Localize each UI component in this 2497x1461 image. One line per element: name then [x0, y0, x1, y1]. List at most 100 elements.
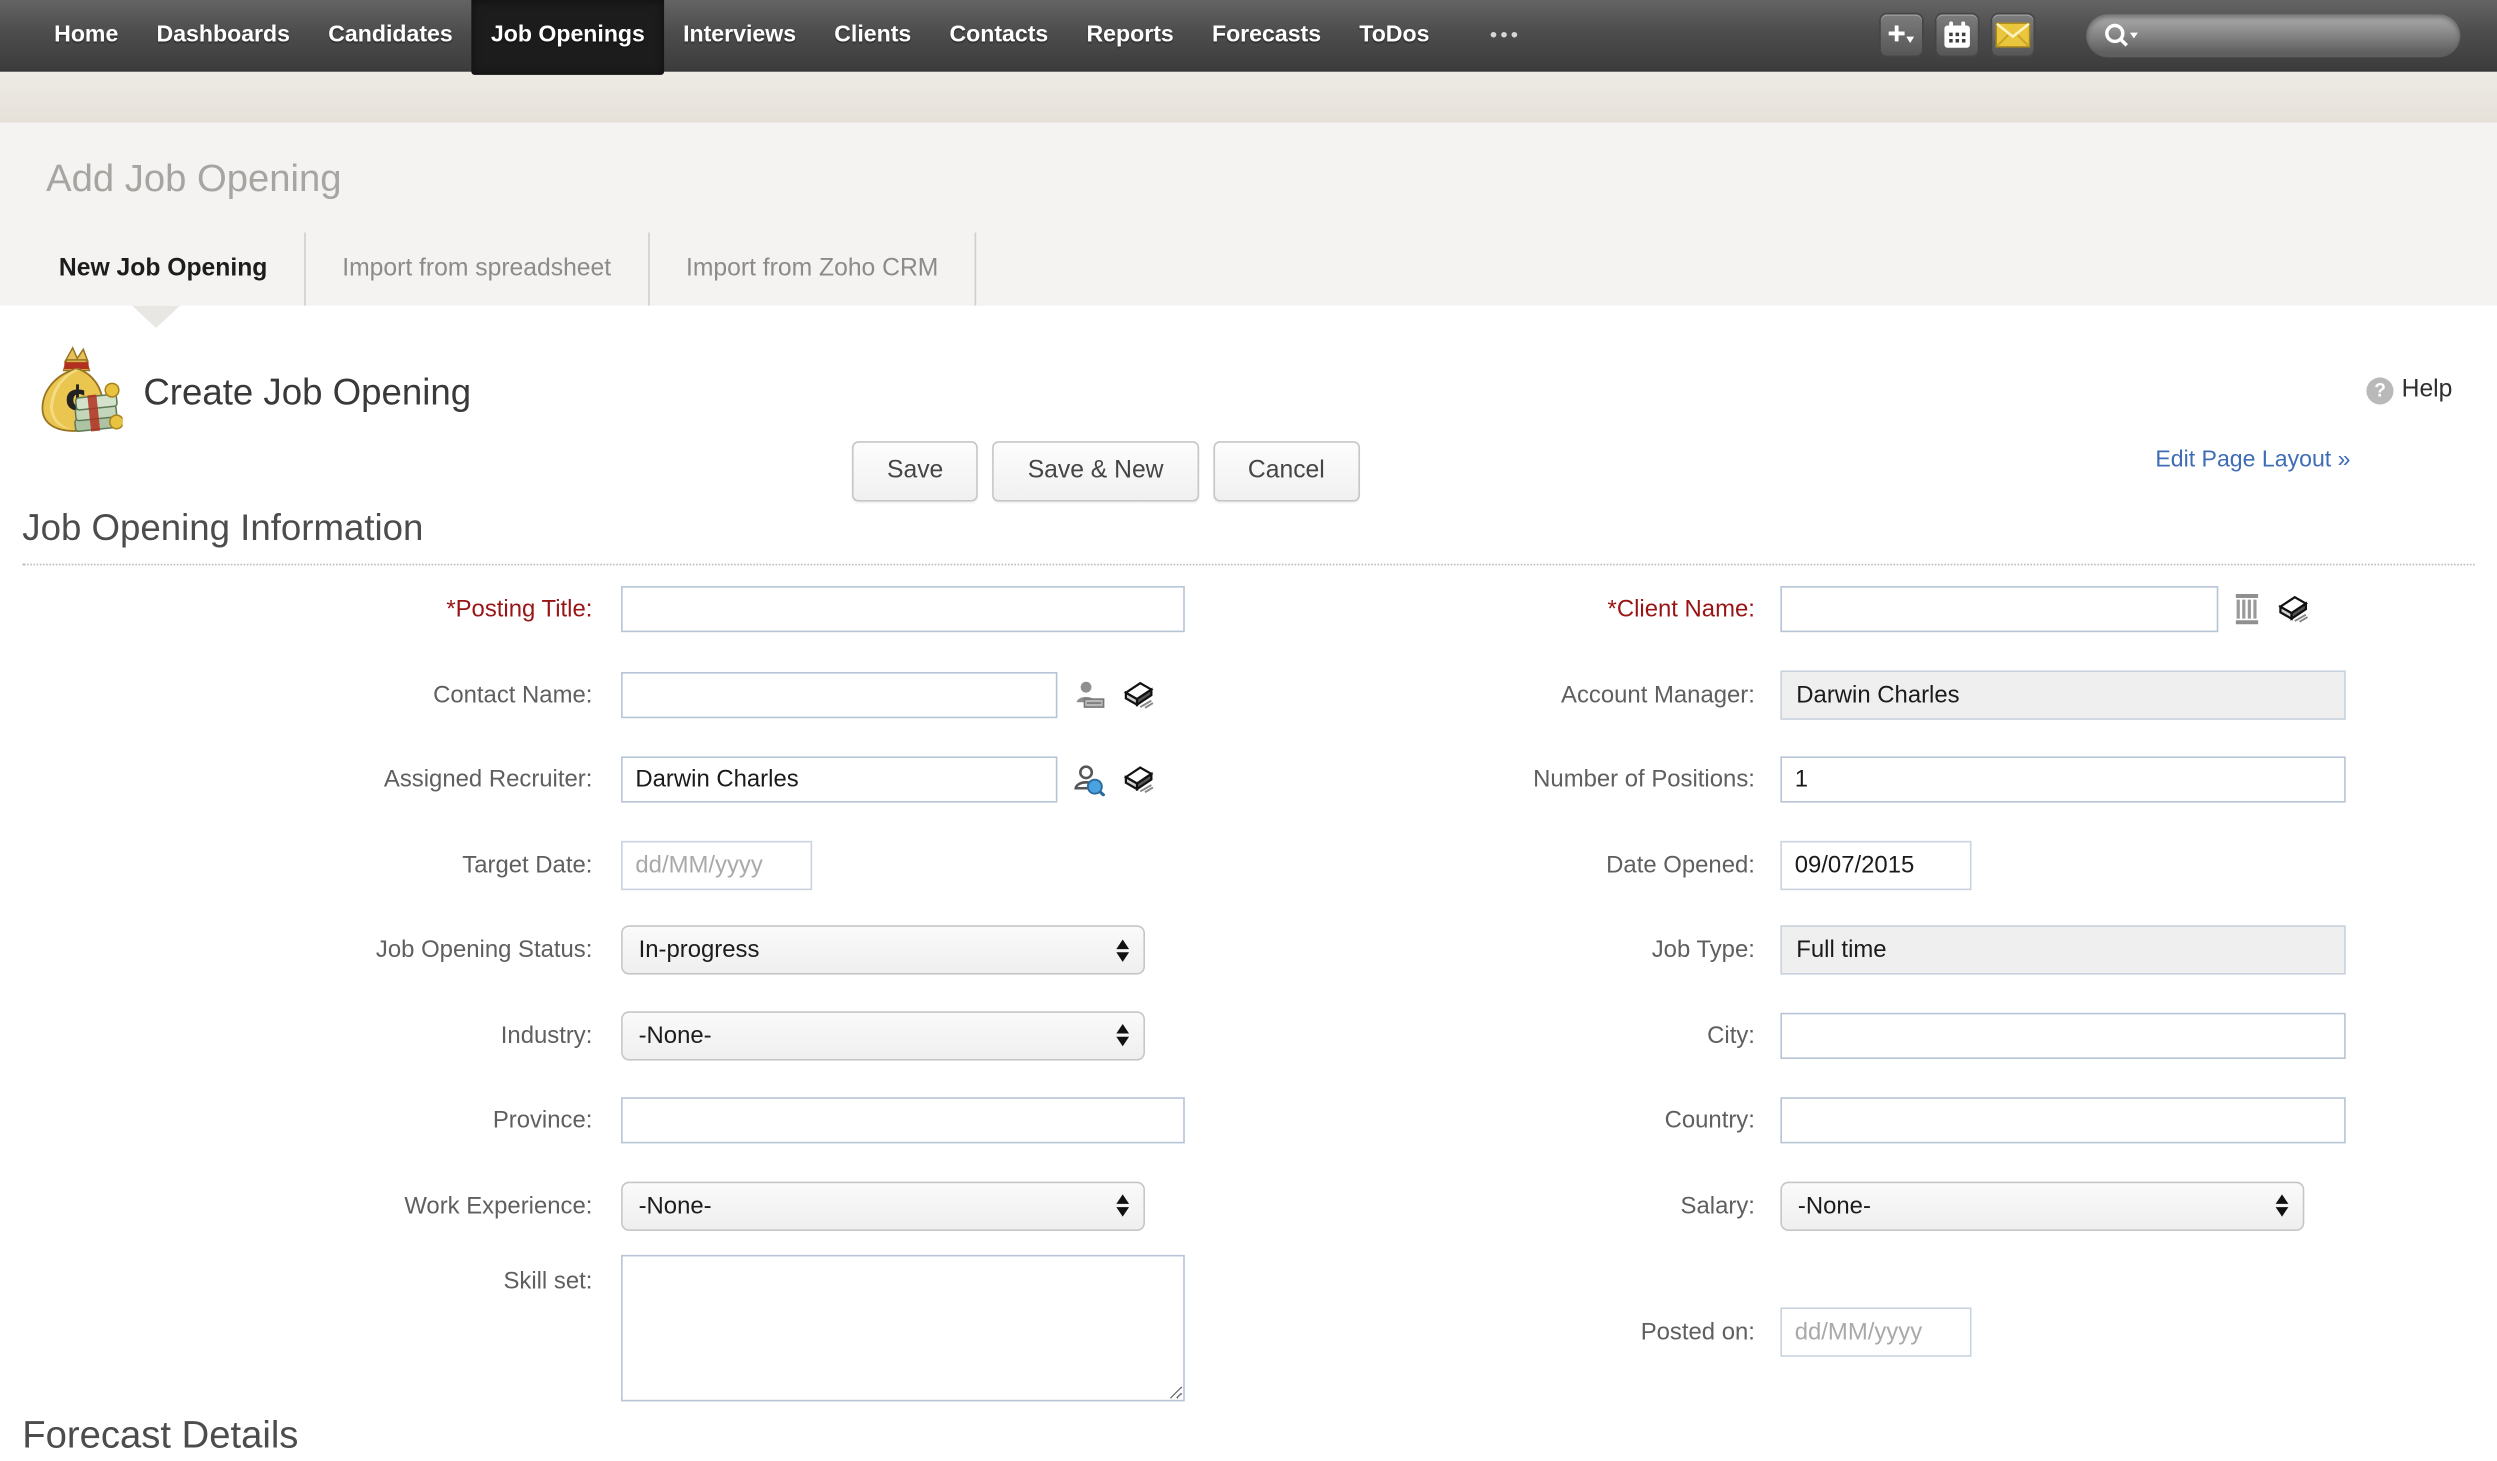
date-opened-input[interactable]: [1780, 840, 1972, 890]
nav-actions: [1868, 12, 2461, 58]
app-window: Home Dashboards Candidates Job Openings …: [0, 0, 2497, 1461]
label-text: Number of Positions:: [1533, 766, 1755, 794]
client-name-label: *Client Name:: [1248, 595, 1755, 624]
job-opening-status-label: Job Opening Status:: [0, 937, 592, 964]
client-lookup-icon[interactable]: [2234, 593, 2259, 626]
skill-set-field: [592, 1248, 1248, 1402]
save-and-new-button[interactable]: Save & New: [992, 441, 1199, 502]
posting-title-field: [592, 586, 1248, 633]
global-search-input[interactable]: [2140, 20, 2445, 50]
save-button[interactable]: Save: [851, 441, 979, 502]
contact-name-field: [592, 671, 1248, 718]
tab-new-job-opening[interactable]: New Job Opening: [22, 232, 306, 306]
nav-item-todos[interactable]: ToDos: [1340, 0, 1448, 70]
province-input[interactable]: [621, 1097, 1185, 1144]
skill-set-textarea[interactable]: [621, 1254, 1185, 1402]
city-input[interactable]: [1780, 1012, 2346, 1059]
city-field: [1755, 1012, 2497, 1059]
select-arrows-icon: [1116, 1194, 1130, 1218]
select-arrows-icon: [1116, 939, 1130, 962]
nav-item-reports[interactable]: Reports: [1067, 0, 1192, 70]
date-opened-label: Date Opened:: [1248, 851, 1755, 879]
client-name-input[interactable]: [1780, 586, 2219, 633]
record-title: Create Job Opening: [143, 371, 472, 413]
job-opening-status-select[interactable]: In-progress: [621, 925, 1145, 975]
label-text: Posted on:: [1640, 1317, 1755, 1345]
tab-import-from-spreadsheet[interactable]: Import from spreadsheet: [306, 232, 650, 306]
salary-field: -None-: [1755, 1181, 2497, 1231]
industry-label: Industry:: [0, 1021, 593, 1050]
label-text: Province:: [492, 1107, 593, 1135]
province-label: Province:: [0, 1107, 593, 1135]
target-date-input[interactable]: [621, 840, 813, 890]
salary-label: Salary:: [1248, 1192, 1755, 1220]
label-text: Work Experience:: [404, 1192, 593, 1220]
mail-button[interactable]: [1990, 12, 2036, 58]
cancel-button[interactable]: Cancel: [1212, 441, 1360, 502]
nav-overflow-icon[interactable]: •••: [1490, 0, 1521, 70]
number-of-positions-input[interactable]: [1780, 756, 2346, 804]
form-toolbar: Save Save & New Cancel: [851, 441, 1360, 502]
clear-icon[interactable]: [1121, 681, 1154, 709]
posted-on-field: [1755, 1306, 2497, 1356]
calendar-button[interactable]: [1934, 12, 1980, 58]
posted-on-input[interactable]: [1780, 1306, 1972, 1356]
search-icon[interactable]: [2102, 21, 2140, 50]
job-opening-form: *Posting Title: *Client Name: Contact Na…: [0, 567, 2497, 1414]
nav-item-candidates[interactable]: Candidates: [309, 0, 472, 70]
top-navigation-bar: Home Dashboards Candidates Job Openings …: [0, 0, 2497, 75]
nav-item-home[interactable]: Home: [35, 0, 137, 70]
job-opening-status-field: In-progress: [592, 925, 1248, 975]
nav-item-dashboards[interactable]: Dashboards: [137, 0, 309, 70]
assigned-recruiter-field: [592, 756, 1248, 804]
posting-title-input[interactable]: [621, 586, 1185, 633]
date-opened-field: [1755, 840, 2497, 890]
section-title-job-opening-information: Job Opening Information: [22, 506, 2475, 566]
label-text: Salary:: [1680, 1192, 1755, 1220]
work-experience-select[interactable]: -None-: [621, 1181, 1145, 1231]
quick-add-button[interactable]: [1879, 12, 1924, 58]
label-text: Date Opened:: [1606, 851, 1755, 879]
job-type-label: Job Type:: [1248, 937, 1755, 964]
province-field: [592, 1097, 1248, 1144]
work-experience-field: -None-: [592, 1181, 1248, 1231]
edit-page-layout-link[interactable]: Edit Page Layout »: [2155, 447, 2350, 472]
nav-item-contacts[interactable]: Contacts: [930, 0, 1067, 70]
contact-name-input[interactable]: [621, 671, 1058, 718]
job-type-field: Full time: [1755, 925, 2497, 975]
sub-nav-strip: [0, 70, 2497, 125]
label-text: Client Name:: [1616, 595, 1755, 624]
salary-select[interactable]: -None-: [1780, 1181, 2305, 1231]
recruiter-lookup-icon[interactable]: [1073, 764, 1106, 796]
select-arrows-icon: [1116, 1024, 1130, 1047]
label-text: Assigned Recruiter:: [383, 766, 593, 794]
nav-item-clients[interactable]: Clients: [815, 0, 930, 70]
assigned-recruiter-input[interactable]: [621, 756, 1058, 804]
selected-value: -None-: [638, 1021, 712, 1050]
country-input[interactable]: [1780, 1097, 2346, 1144]
label-text: Industry:: [500, 1021, 593, 1050]
nav-item-forecasts[interactable]: Forecasts: [1193, 0, 1340, 70]
view-tabs: New Job Opening Import from spreadsheet …: [22, 232, 977, 306]
nav-item-job-openings[interactable]: Job Openings: [471, 0, 664, 75]
nav-item-interviews[interactable]: Interviews: [664, 0, 815, 70]
number-of-positions-label: Number of Positions:: [1248, 766, 1755, 794]
selected-value: In-progress: [638, 936, 760, 964]
active-tab-pointer: [132, 305, 180, 329]
target-date-label: Target Date:: [0, 852, 592, 879]
selected-value: -None-: [638, 1192, 712, 1220]
contact-lookup-icon[interactable]: [1073, 680, 1105, 710]
industry-select[interactable]: -None-: [621, 1010, 1145, 1061]
tab-import-from-zoho-crm[interactable]: Import from Zoho CRM: [649, 232, 977, 306]
label-text: Posting Title:: [455, 595, 593, 624]
posting-title-label: *Posting Title:: [0, 596, 592, 623]
posted-on-label: Posted on:: [1248, 1317, 1755, 1345]
plus-icon: [1888, 25, 1915, 43]
clear-icon[interactable]: [1121, 766, 1154, 794]
contact-name-label: Contact Name:: [0, 681, 592, 708]
client-name-field: [1755, 586, 2497, 633]
main-content: ¢ Create Job Opening ? Help Save Save & …: [0, 305, 2497, 1461]
clear-icon[interactable]: [2276, 596, 2309, 624]
page-header: Add Job Opening New Job Opening Import f…: [0, 122, 2497, 306]
help-link[interactable]: ? Help: [2366, 376, 2452, 405]
